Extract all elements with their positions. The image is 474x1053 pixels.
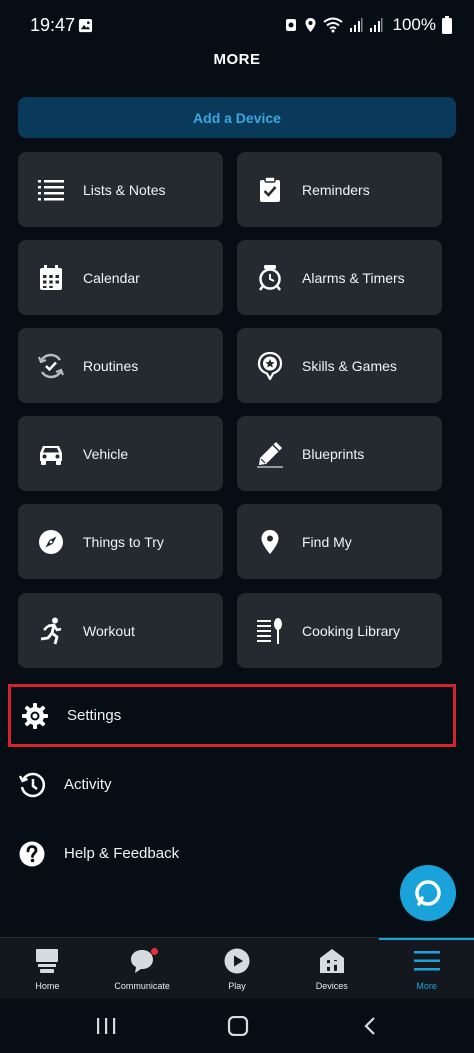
nav-label: Play: [228, 981, 246, 991]
pencil-icon: [256, 440, 284, 468]
help-icon: [18, 840, 46, 868]
nav-more[interactable]: More: [379, 938, 474, 1000]
calendar-icon: [37, 264, 65, 292]
tile-label: Skills & Games: [302, 357, 397, 374]
tile-routines[interactable]: Routines: [18, 328, 223, 403]
nav-label: More: [416, 981, 437, 991]
tile-label: Cooking Library: [302, 622, 401, 639]
status-time: 19:47: [30, 15, 76, 35]
tile-reminders[interactable]: Reminders: [237, 152, 442, 227]
activity-row[interactable]: Activity: [8, 753, 456, 816]
nav-devices[interactable]: Devices: [284, 938, 379, 1000]
recent-apps-icon[interactable]: [95, 1016, 117, 1036]
battery-percent: 100%: [392, 15, 436, 34]
page-title: MORE: [213, 51, 261, 68]
signal-icon-2: [369, 18, 383, 32]
play-icon: [223, 947, 251, 975]
devices-icon: [318, 947, 346, 975]
tile-label: Alarms & Timers: [302, 269, 405, 286]
tile-skills-games[interactable]: Skills & Games: [237, 328, 442, 403]
nav-play[interactable]: Play: [190, 938, 285, 1000]
nav-communicate[interactable]: Communicate: [95, 938, 190, 1000]
signal-icon-1: [349, 18, 363, 32]
row-label: Activity: [64, 776, 112, 793]
alexa-button[interactable]: [400, 865, 456, 921]
tile-find-my[interactable]: Find My: [237, 504, 442, 579]
tile-label: Workout: [83, 622, 135, 639]
location-status-icon: [305, 18, 316, 32]
tile-calendar[interactable]: Calendar: [18, 240, 223, 315]
running-icon: [37, 617, 65, 645]
tile-things-to-try[interactable]: Things to Try: [18, 504, 223, 579]
nav-home[interactable]: Home: [0, 938, 95, 1000]
nav-label: Devices: [315, 981, 348, 991]
compass-icon: [37, 528, 65, 556]
add-device-button[interactable]: Add a Device: [18, 97, 456, 138]
gallery-icon: [78, 18, 93, 33]
alarm-status-icon: [285, 19, 296, 31]
gear-icon: [21, 702, 49, 730]
cooking-icon: [256, 617, 284, 645]
nav-label: Home: [35, 981, 60, 991]
tile-label: Calendar: [83, 269, 140, 286]
notification-badge: [150, 948, 158, 955]
tile-label: Find My: [302, 533, 352, 550]
help-feedback-row[interactable]: Help & Feedback: [8, 822, 456, 885]
tile-label: Things to Try: [83, 533, 164, 550]
battery-icon: [442, 16, 452, 34]
location-pin-icon: [256, 528, 284, 556]
wifi-icon: [322, 17, 343, 33]
car-icon: [37, 440, 65, 468]
home-icon: [33, 947, 61, 975]
tile-vehicle[interactable]: Vehicle: [18, 416, 223, 491]
history-icon: [18, 771, 46, 799]
tile-blueprints[interactable]: Blueprints: [237, 416, 442, 491]
tile-cooking-library[interactable]: Cooking Library: [237, 593, 442, 668]
tile-workout[interactable]: Workout: [18, 593, 223, 668]
menu-icon: [413, 947, 441, 975]
row-label: Help & Feedback: [64, 845, 180, 862]
skills-icon: [256, 351, 284, 380]
home-button-icon[interactable]: [227, 1016, 249, 1036]
tile-label: Routines: [83, 357, 139, 374]
back-icon[interactable]: [360, 1016, 382, 1036]
bottom-nav: Home Communicate Play Devices More: [0, 937, 474, 1000]
add-device-label: Add a Device: [193, 109, 281, 126]
tile-label: Lists & Notes: [83, 181, 166, 198]
tile-alarms-timers[interactable]: Alarms & Timers: [237, 240, 442, 315]
tile-label: Blueprints: [302, 445, 365, 462]
row-label: Settings: [67, 707, 122, 724]
tile-lists-notes[interactable]: Lists & Notes: [18, 152, 223, 227]
alexa-icon: [415, 880, 441, 906]
system-nav-bar: [0, 999, 474, 1053]
status-bar: 19:47 100%: [0, 0, 474, 52]
settings-row[interactable]: Settings: [8, 684, 456, 747]
alarm-clock-icon: [256, 264, 284, 292]
tile-label: Reminders: [302, 181, 370, 198]
tile-label: Vehicle: [83, 445, 129, 462]
list-icon: [37, 176, 65, 204]
nav-label: Communicate: [114, 981, 170, 991]
routines-icon: [37, 352, 65, 380]
clipboard-check-icon: [256, 176, 284, 204]
